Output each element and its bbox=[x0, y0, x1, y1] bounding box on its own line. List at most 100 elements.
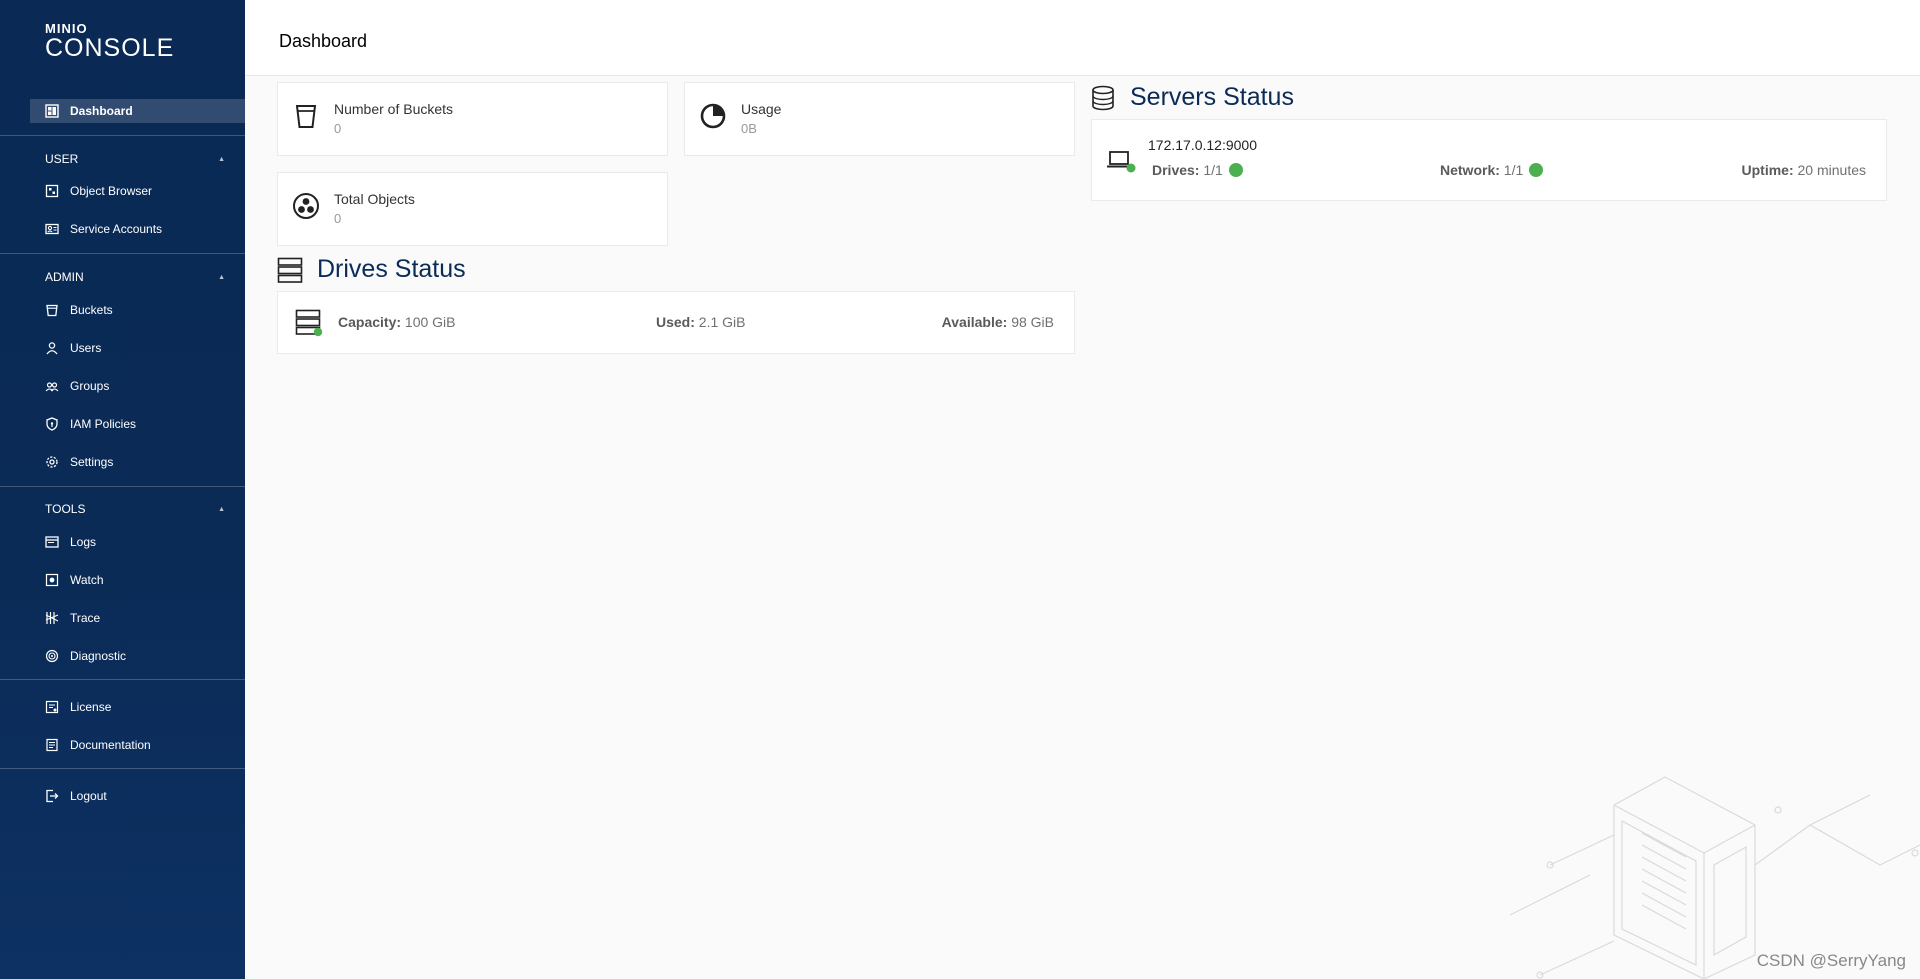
drives-stack-icon bbox=[277, 257, 303, 283]
server-card: 172.17.0.12:9000 Drives: 1/1 Network: 1/… bbox=[1091, 119, 1887, 201]
server-laptop-icon bbox=[1107, 151, 1136, 173]
watermark-text: CSDN @SerryYang bbox=[1756, 951, 1906, 970]
sidebar-item-label: Buckets bbox=[70, 303, 113, 317]
sidebar-item-label: Trace bbox=[70, 611, 101, 625]
servers-status-heading: Servers Status bbox=[1090, 83, 1294, 112]
logs-icon bbox=[45, 535, 59, 549]
sidebar-item-label: Users bbox=[70, 341, 102, 355]
sidebar-item-service-accounts[interactable]: Service Accounts bbox=[30, 217, 245, 241]
section-title: TOOLS bbox=[45, 502, 86, 516]
sidebar: MINIO CONSOLE Dashboard USER ▲ Object Br… bbox=[0, 0, 245, 979]
service-accounts-icon bbox=[45, 222, 59, 236]
sidebar-item-dashboard[interactable]: Dashboard bbox=[30, 99, 245, 123]
stat-label: Usage bbox=[741, 101, 782, 117]
network-value: 1/1 bbox=[1503, 162, 1524, 178]
sidebar-item-label: Object Browser bbox=[70, 184, 153, 198]
drives-label: Drives: bbox=[1152, 162, 1200, 178]
stat-value: 0 bbox=[334, 121, 342, 136]
network-status-dot bbox=[1529, 163, 1544, 177]
sidebar-item-license[interactable]: License bbox=[30, 695, 245, 719]
drives-status-heading: Drives Status bbox=[277, 255, 466, 284]
drives-status-dot bbox=[1228, 163, 1243, 177]
background-server-illustration bbox=[1510, 776, 1920, 979]
section-header-tools[interactable]: TOOLS ▲ bbox=[45, 500, 225, 518]
page-title: Dashboard bbox=[279, 31, 368, 51]
section-title: ADMIN bbox=[45, 270, 84, 284]
sidebar-item-label: License bbox=[70, 700, 112, 714]
drives-status-title: Drives Status bbox=[317, 255, 466, 283]
watch-icon bbox=[45, 573, 59, 587]
capacity-label: Capacity: bbox=[338, 314, 402, 330]
drive-capacity: Capacity: 100 GiB bbox=[338, 314, 456, 330]
drive-status-icon bbox=[295, 309, 323, 337]
sidebar-item-groups[interactable]: Groups bbox=[30, 374, 245, 398]
sidebar-item-logout[interactable]: Logout bbox=[30, 784, 245, 808]
sidebar-divider bbox=[0, 253, 245, 254]
sidebar-item-object-browser[interactable]: Object Browser bbox=[30, 179, 245, 203]
used-label: Used: bbox=[656, 314, 695, 330]
bucket-icon bbox=[295, 105, 317, 128]
sidebar-item-watch[interactable]: Watch bbox=[30, 568, 245, 592]
sidebar-item-label: Logs bbox=[70, 535, 97, 549]
stat-card-buckets: Number of Buckets 0 bbox=[277, 82, 668, 156]
stat-value: 0 bbox=[334, 211, 342, 226]
drive-available: Available: 98 GiB bbox=[942, 314, 1054, 330]
server-network: Network: 1/1 bbox=[1440, 162, 1544, 178]
available-value: 98 GiB bbox=[1011, 314, 1054, 330]
server-host: 172.17.0.12:9000 bbox=[1148, 137, 1257, 153]
uptime-label: Uptime: bbox=[1741, 162, 1794, 178]
sidebar-item-label: IAM Policies bbox=[70, 417, 137, 431]
sidebar-divider bbox=[0, 135, 245, 136]
sidebar-item-trace[interactable]: Trace bbox=[30, 606, 245, 630]
drives-value: 1/1 bbox=[1203, 162, 1223, 178]
network-label: Network: bbox=[1440, 162, 1500, 178]
sidebar-item-users[interactable]: Users bbox=[30, 336, 245, 360]
sidebar-item-label: Documentation bbox=[70, 738, 151, 752]
objects-icon bbox=[293, 193, 319, 219]
pie-chart-icon bbox=[700, 103, 726, 129]
collapse-caret-icon: ▲ bbox=[218, 505, 225, 513]
minio-console-logo[interactable]: MINIO CONSOLE bbox=[45, 22, 174, 61]
user-icon bbox=[45, 341, 59, 355]
bucket-icon bbox=[45, 303, 59, 317]
sidebar-item-diagnostic[interactable]: Diagnostic bbox=[30, 644, 245, 668]
database-icon bbox=[1092, 85, 1114, 110]
sidebar-item-documentation[interactable]: Documentation bbox=[30, 733, 245, 757]
stat-card-objects: Total Objects 0 bbox=[277, 172, 668, 246]
capacity-value: 100 GiB bbox=[404, 314, 456, 330]
drive-card: Capacity: 100 GiB Used: 2.1 GiB Availabl… bbox=[277, 291, 1075, 354]
groups-icon bbox=[45, 379, 59, 393]
sidebar-item-buckets[interactable]: Buckets bbox=[30, 298, 245, 322]
sidebar-item-label: Groups bbox=[70, 379, 110, 393]
trace-icon bbox=[45, 611, 59, 625]
sidebar-item-logs[interactable]: Logs bbox=[30, 530, 245, 554]
diagnostic-icon bbox=[45, 649, 59, 663]
license-icon bbox=[45, 700, 59, 714]
sidebar-item-label: Dashboard bbox=[70, 104, 133, 118]
sidebar-item-label: Settings bbox=[70, 455, 114, 469]
used-value: 2.1 GiB bbox=[698, 314, 746, 330]
gear-icon bbox=[45, 455, 59, 469]
sidebar-divider bbox=[0, 679, 245, 680]
server-uptime: Uptime: 20 minutes bbox=[1742, 162, 1867, 178]
logo-brand-big: CONSOLE bbox=[45, 34, 175, 62]
collapse-caret-icon: ▲ bbox=[218, 273, 225, 281]
collapse-caret-icon: ▲ bbox=[218, 155, 225, 163]
section-header-user[interactable]: USER ▲ bbox=[45, 150, 225, 168]
available-label: Available: bbox=[941, 314, 1008, 330]
section-title: USER bbox=[45, 152, 79, 166]
stat-label: Number of Buckets bbox=[334, 101, 454, 117]
sidebar-item-label: Watch bbox=[70, 573, 104, 587]
section-header-admin[interactable]: ADMIN ▲ bbox=[45, 268, 225, 286]
sidebar-item-label: Logout bbox=[70, 789, 107, 803]
object-browser-icon bbox=[45, 184, 59, 198]
drive-used: Used: 2.1 GiB bbox=[656, 314, 746, 330]
sidebar-item-settings[interactable]: Settings bbox=[30, 450, 245, 474]
shield-icon bbox=[45, 417, 59, 431]
sidebar-divider bbox=[0, 486, 245, 487]
logout-icon bbox=[45, 789, 59, 803]
sidebar-item-iam-policies[interactable]: IAM Policies bbox=[30, 412, 245, 436]
stat-value: 0B bbox=[741, 121, 757, 136]
documentation-icon bbox=[45, 738, 59, 752]
sidebar-divider bbox=[0, 768, 245, 769]
